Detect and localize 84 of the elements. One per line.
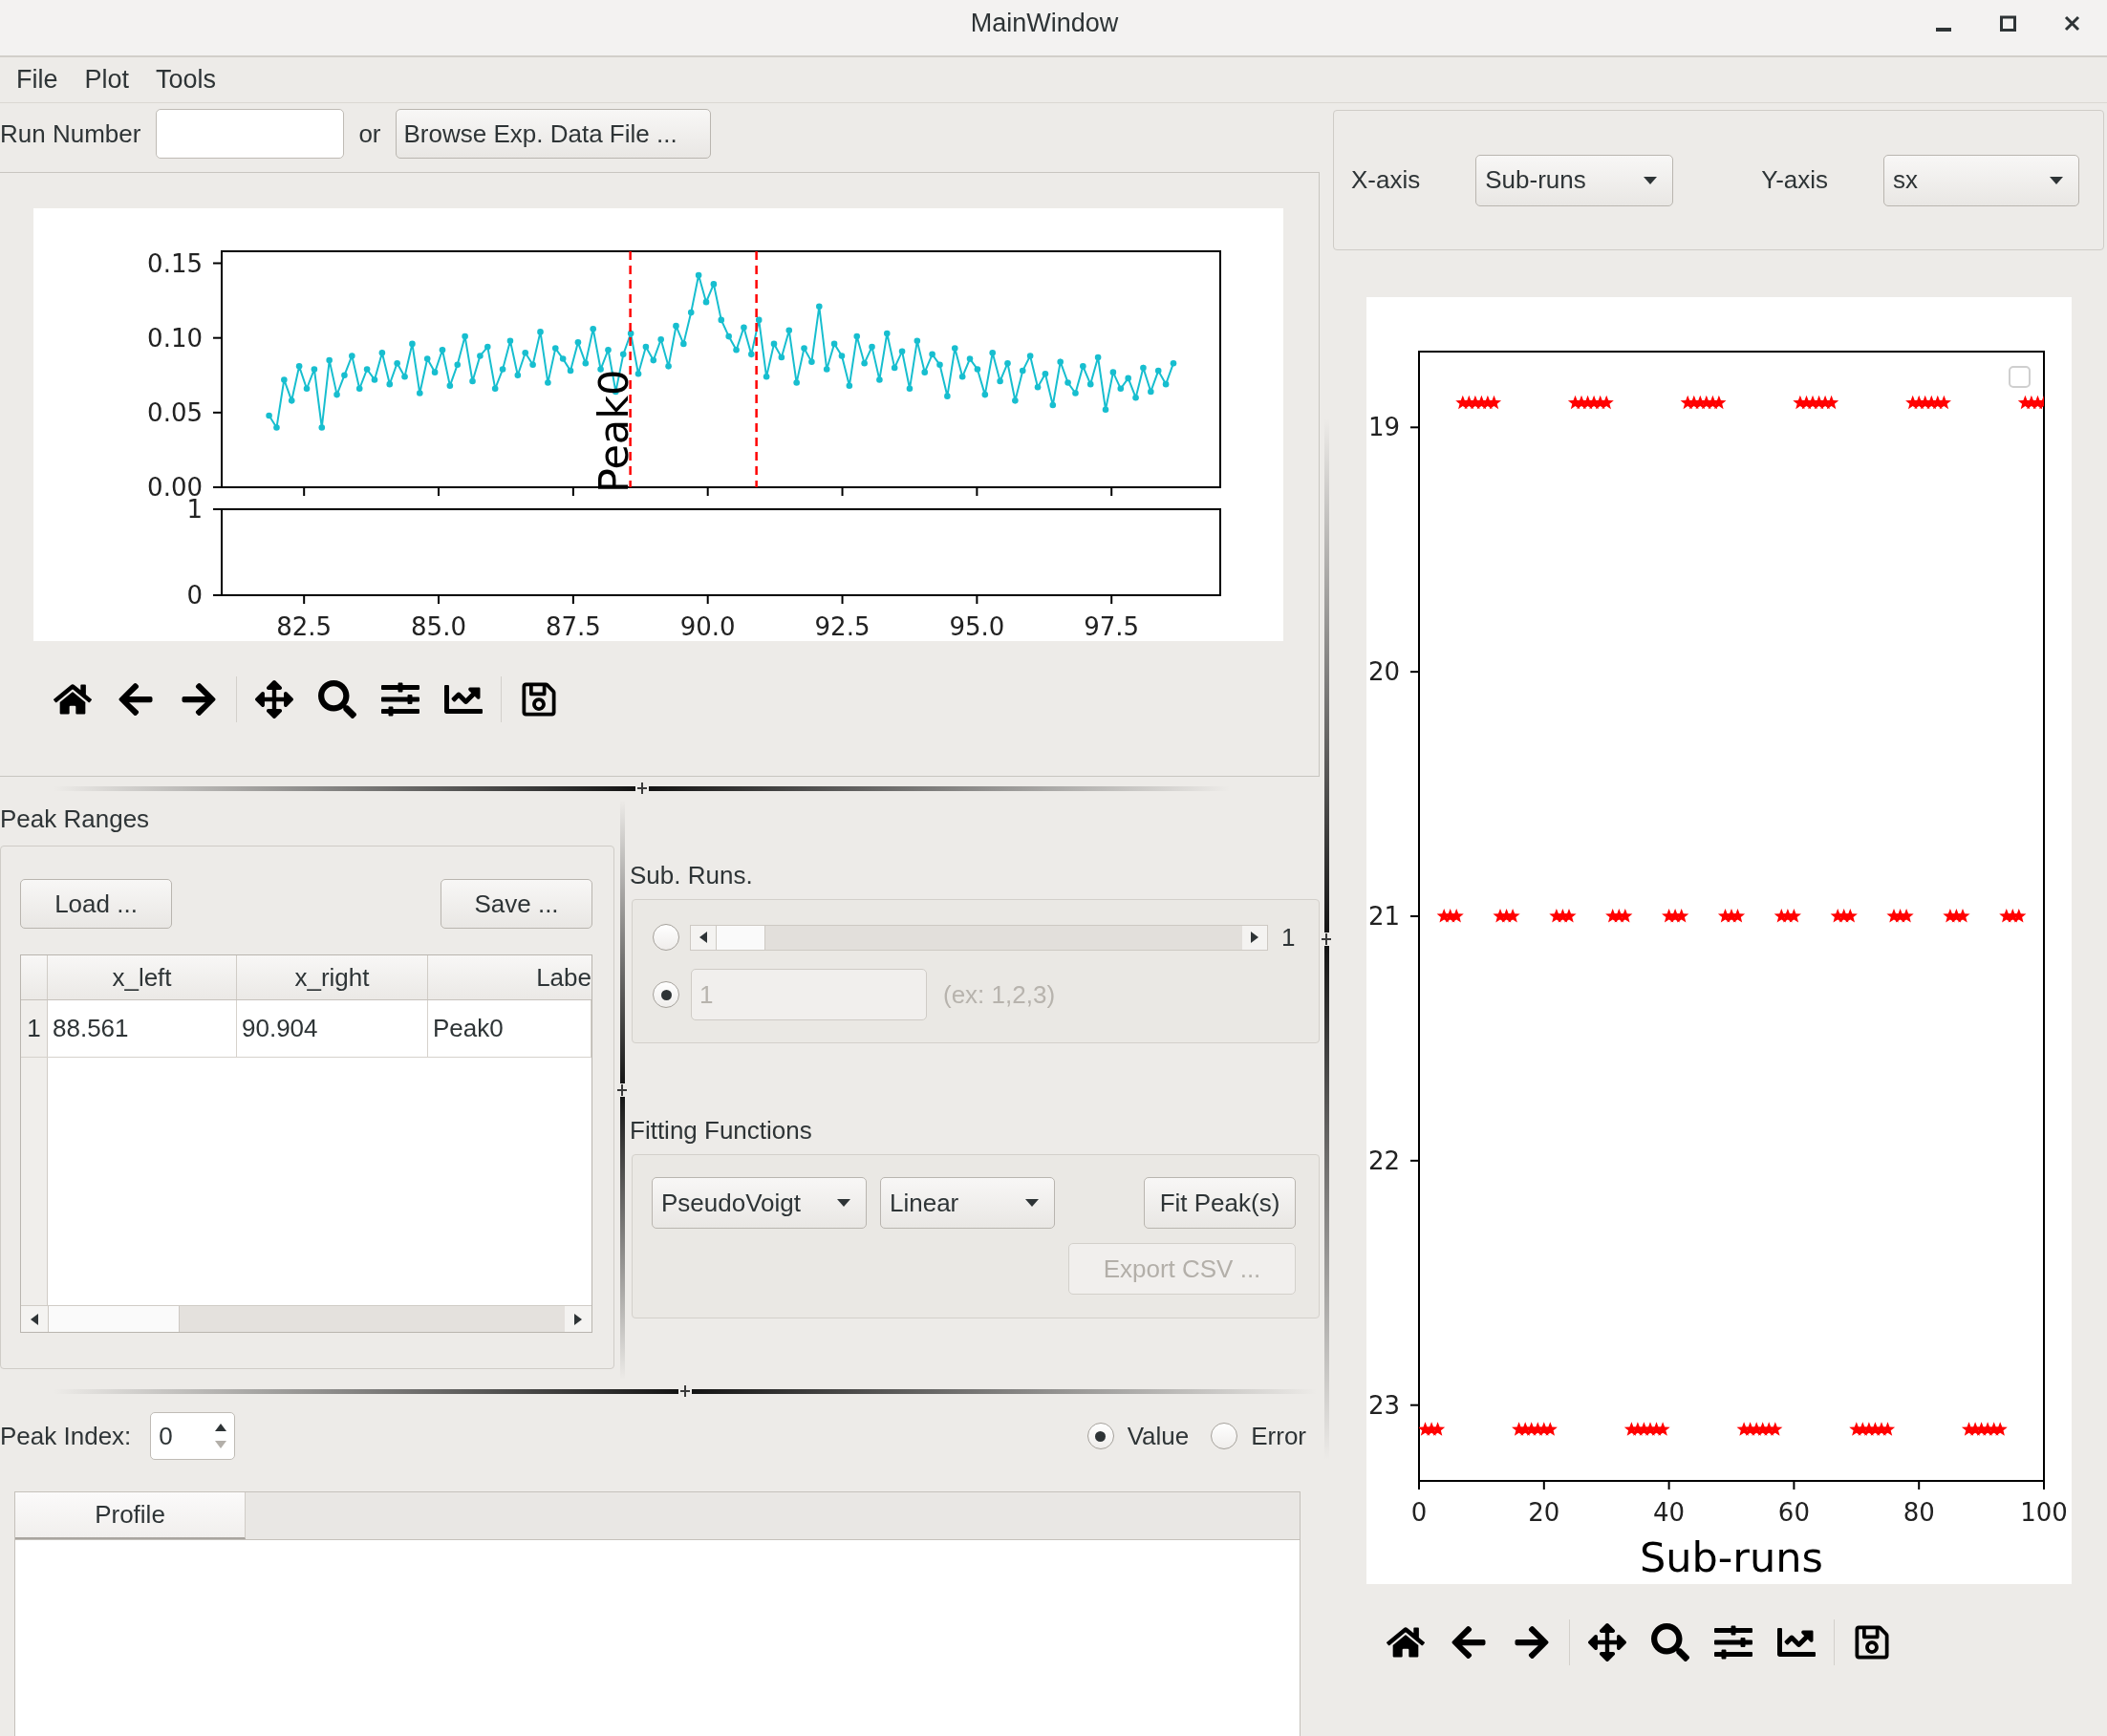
dropdown[interactable]: PseudoVoigt [652,1177,867,1229]
section-title: Peak Ranges [0,803,150,835]
legend-box [2009,366,2031,388]
section-title: Sub. Runs. [630,859,753,891]
connector-text: or [358,118,381,150]
caret-icon [837,1199,850,1207]
spin-box[interactable]: 0 [150,1412,236,1460]
field-label: X-axis [1351,164,1421,196]
tick-label: 100 [2020,1498,2068,1527]
tick-label: 97.5 [1084,612,1140,641]
caret-icon [1644,176,1658,184]
tick-label: 0.05 [147,397,203,427]
radio-button[interactable] [653,924,679,951]
column-header[interactable]: x_right [237,955,428,999]
tick-label: 95.0 [949,612,1005,641]
tick-label: 1 [186,497,203,524]
tick-label: 80 [1903,1498,1935,1527]
row-header[interactable]: 1 [21,1000,48,1057]
tick-label: 0.00 [147,473,203,497]
radio-option[interactable]: Error [1211,1417,1306,1455]
run-number-input[interactable] [156,109,345,159]
tick-label: 20 [1528,1498,1560,1527]
field-label: Peak Index: [0,1420,132,1452]
tick-label: 85.0 [411,612,466,641]
field-label: Y-axis [1761,164,1829,196]
move-arrows-icon [1588,1622,1626,1661]
slider-track[interactable] [690,924,1268,951]
table-cell: 88.561 [48,1000,237,1057]
minimize-icon [1936,28,1951,32]
column-header[interactable]: Labe [428,955,591,999]
caret-icon [2050,176,2064,184]
maximize-icon [1999,14,2016,32]
tick-label: 0 [1410,1498,1428,1527]
search-icon [1651,1622,1689,1661]
tick-label: 21 [1367,902,1400,931]
browse-button[interactable]: Browse Exp. Data File ... [395,109,711,159]
table-cell: Peak0 [428,1000,591,1057]
tick-label: 90.0 [679,612,736,641]
dropdown[interactable]: Sub-runs [1475,154,1674,206]
triangle-right-icon [574,1313,582,1325]
menu-item[interactable]: Tools [142,57,230,102]
tick-label: 0.10 [147,323,203,353]
menu-item[interactable]: Plot [71,57,143,102]
panel-button[interactable]: Save ... [441,879,592,929]
radio-option[interactable]: Value [1086,1417,1190,1455]
tick-label: 19 [1367,413,1400,442]
section-title: Fitting Functions [630,1114,812,1147]
slider-thumb[interactable] [716,925,765,950]
horizontal-scrollbar[interactable] [21,1305,591,1332]
tick-label: 60 [1777,1498,1810,1527]
move-arrows-icon [255,679,293,718]
triangle-up-icon [215,1424,227,1431]
column-header[interactable]: x_left [48,955,237,999]
triangle-left-icon [699,932,707,943]
tick-label: 92.5 [814,612,871,641]
axis-label: Sub-runs [1640,1533,1823,1581]
caret-icon [1025,1199,1039,1207]
tick-label: 23 [1367,1390,1400,1420]
dropdown[interactable]: sx [1883,154,2080,206]
triangle-right-icon [1251,932,1258,943]
fit-button[interactable]: Fit Peak(s) [1144,1177,1296,1229]
tab[interactable]: Profile [15,1492,246,1539]
radio-button[interactable] [1211,1423,1238,1449]
tick-label: 0 [186,581,203,610]
menu-item[interactable]: File [3,57,72,102]
tick-label: 40 [1653,1498,1686,1527]
slider-value: 1 [1281,921,1296,954]
triangle-left-icon [31,1313,38,1325]
tick-label: 82.5 [276,612,333,641]
triangle-down-icon [215,1441,227,1448]
tick-label: 87.5 [545,612,601,641]
window-title: MainWindow [970,7,1119,39]
tick-label: 20 [1367,657,1400,687]
dropdown[interactable]: Linear [880,1177,1055,1229]
radio-button[interactable] [1086,1423,1114,1449]
search-icon [318,679,356,718]
tick-label: 22 [1367,1146,1400,1175]
panel-button[interactable]: Load ... [20,879,172,929]
scrollbar-thumb[interactable] [48,1306,180,1332]
field-label: Run Number [0,118,141,150]
tick-label: 0.15 [147,248,203,278]
peak-label: Peak0 [589,369,637,493]
close-icon [2063,14,2080,32]
table-cell: 90.904 [237,1000,428,1057]
